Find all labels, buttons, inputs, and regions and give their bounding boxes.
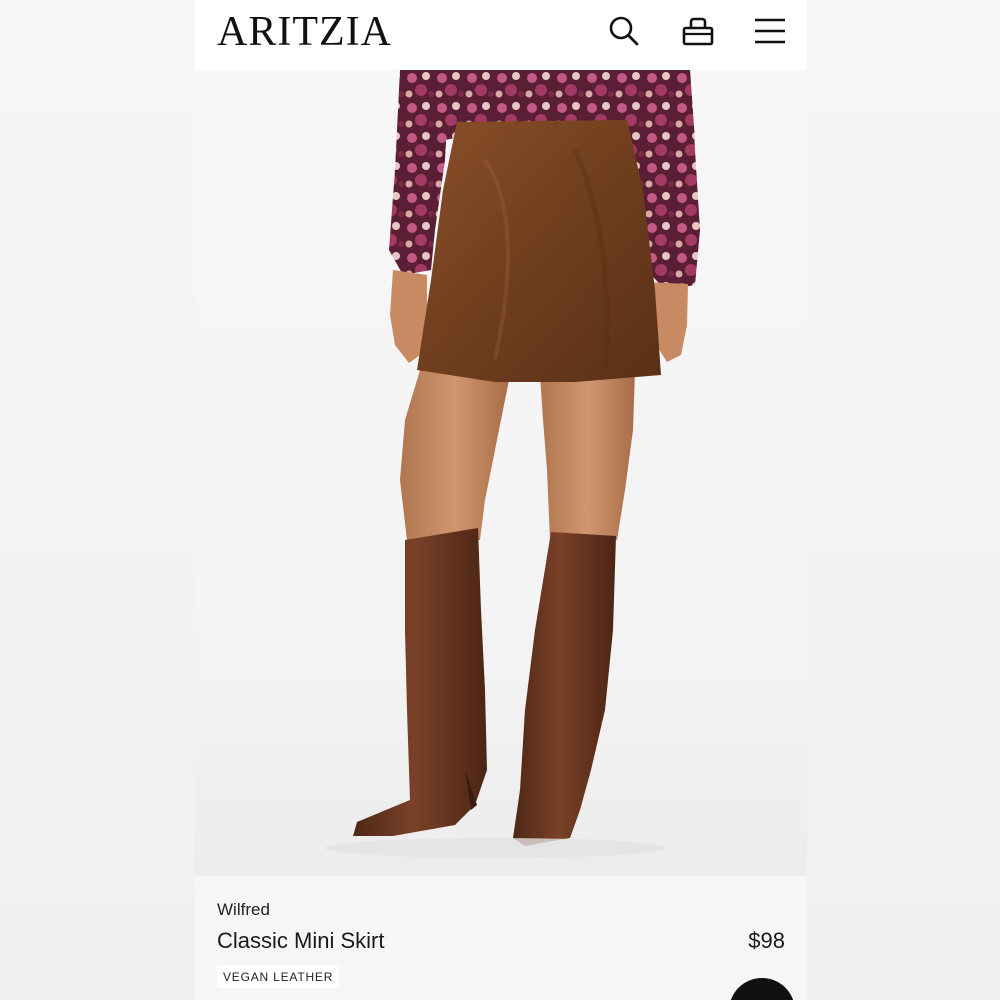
hamburger-menu-icon[interactable]: [753, 14, 787, 48]
product-title[interactable]: Classic Mini Skirt: [217, 928, 384, 954]
right-blur-background: [807, 0, 1000, 1000]
brand-logo[interactable]: ARITZIA: [217, 8, 392, 56]
product-brand[interactable]: Wilfred: [217, 900, 270, 920]
left-boot: [353, 528, 487, 836]
top-header: ARITZIA: [195, 0, 807, 70]
product-price: $98: [748, 928, 785, 953]
shopping-bag-icon[interactable]: [681, 14, 715, 48]
phone-screen: ARITZIA Wilfred Classic Mini Skirt $98 V…: [195, 0, 807, 1000]
left-leg: [400, 370, 510, 540]
leather-mini-skirt: [417, 120, 661, 382]
right-boot: [513, 532, 616, 846]
vegan-leather-badge: VEGAN LEATHER: [217, 966, 340, 988]
right-leg: [540, 370, 635, 540]
product-photo[interactable]: [195, 70, 807, 876]
search-icon[interactable]: [607, 14, 641, 48]
product-info: Wilfred Classic Mini Skirt $98 VEGAN LEA…: [195, 876, 807, 1000]
left-blur-background: [0, 0, 195, 1000]
